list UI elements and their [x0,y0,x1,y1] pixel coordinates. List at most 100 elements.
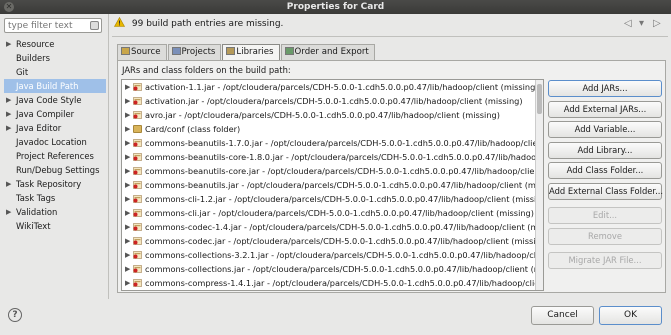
forward-arrow-icon[interactable]: ▷ [653,14,661,34]
tree-item[interactable]: WikiText [4,219,106,233]
library-entry[interactable]: ▶ commons-codec.jar - /opt/cloudera/parce… [122,234,543,248]
edit-button[interactable]: Edit... [548,207,662,224]
add-jars-button[interactable]: Add JARs... [548,80,662,97]
tree-item[interactable]: Task Tags [4,191,106,205]
expand-arrow-icon[interactable]: ▶ [125,94,130,108]
tree-item-label: Javadoc Location [16,137,87,147]
tab-order-and-export[interactable]: Order and Export [280,44,375,60]
expand-arrow-icon[interactable]: ▶ [6,107,11,121]
tab-source[interactable]: Source [117,44,167,60]
tree-item[interactable]: Git [4,65,106,79]
cancel-button[interactable]: Cancel [531,306,594,325]
tree-item-label: Java Code Style [16,95,82,105]
add-variable-button[interactable]: Add Variable... [548,121,662,138]
divider [112,36,668,37]
library-list[interactable]: ▶ activation-1.1.jar - /opt/cloudera/parc… [121,79,544,291]
expand-arrow-icon[interactable]: ▶ [6,205,11,219]
library-entry[interactable]: ▶ commons-collections.jar - /opt/cloudera… [122,262,543,276]
expand-arrow-icon[interactable]: ▶ [125,122,130,136]
dropdown-arrow-icon[interactable]: ▾ [639,14,644,34]
expand-arrow-icon[interactable]: ▶ [125,192,130,206]
warning-icon [114,17,125,27]
library-entry[interactable]: ▶ commons-cli.jar - /opt/cloudera/parcels… [122,206,543,220]
missing-jar-icon [133,265,142,273]
tree-item-label: Project References [16,151,94,161]
missing-jar-icon [133,97,142,105]
migrate-jar-file-button[interactable]: Migrate JAR File... [548,252,662,269]
library-entry[interactable]: ▶ avro.jar - /opt/cloudera/parcels/CDH-5.… [122,108,543,122]
tree-item[interactable]: Java Build Path [4,79,106,93]
expand-arrow-icon[interactable]: ▶ [125,164,130,178]
tree-item[interactable]: Builders [4,51,106,65]
library-entry[interactable]: ▶ commons-beanutils-core-1.8.0.jar - /opt… [122,150,543,164]
build-path-tabs: Source Projects Libraries Order and Export [117,44,376,61]
tree-item[interactable]: ▶ Java Code Style [4,93,106,107]
expand-arrow-icon[interactable]: ▶ [6,93,11,107]
tree-item[interactable]: ▶ Java Compiler [4,107,106,121]
library-actions: Add JARs... Add External JARs... Add Varia… [548,80,663,273]
remove-button[interactable]: Remove [548,227,662,245]
clear-filter-icon[interactable] [90,21,99,30]
expand-arrow-icon[interactable]: ▶ [125,136,130,150]
filter-input[interactable] [5,19,85,32]
tab-label: Order and Export [294,47,369,57]
tree-item[interactable]: Javadoc Location [4,135,106,149]
library-entry[interactable]: ▶ commons-beanutils.jar - /opt/cloudera/p… [122,178,543,192]
expand-arrow-icon[interactable]: ▶ [6,177,11,191]
missing-jar-icon [133,167,142,175]
tab-projects[interactable]: Projects [167,44,222,60]
libraries-label: JARs and class folders on the build path… [122,65,291,75]
ok-button[interactable]: OK [599,306,662,325]
library-entry[interactable]: ▶ activation.jar - /opt/cloudera/parcels/… [122,94,543,108]
expand-arrow-icon[interactable]: ▶ [125,276,130,290]
tree-item-label: Validation [16,207,58,217]
missing-jar-icon [133,237,142,245]
library-entry[interactable]: ▶ activation-1.1.jar - /opt/cloudera/parc… [122,80,543,94]
tree-item[interactable]: ▶ Java Editor [4,121,106,135]
expand-arrow-icon[interactable]: ▶ [125,178,130,192]
expand-arrow-icon[interactable]: ▶ [125,80,130,94]
help-icon[interactable]: ? [8,308,22,322]
library-entry-label: avro.jar - /opt/cloudera/parcels/CDH-5.0… [145,110,500,120]
tree-item-label: Resource [16,39,55,49]
tree-item[interactable]: Run/Debug Settings [4,163,106,177]
expand-arrow-icon[interactable]: ▶ [125,220,130,234]
back-arrow-icon[interactable]: ◁ [624,14,632,34]
library-entry[interactable]: ▶ commons-compress-1.4.1.jar - /opt/cloud… [122,276,543,290]
tree-item-label: Git [16,67,29,77]
tree-item[interactable]: ▶ Resource [4,37,106,51]
scrollbar-thumb[interactable] [537,84,542,114]
library-entry[interactable]: ▶ commons-cli-1.2.jar - /opt/cloudera/par… [122,192,543,206]
tree-item[interactable]: ▶ Validation [4,205,106,219]
filter-field[interactable] [4,18,102,33]
library-entry[interactable]: ▶ commons-beanutils-core.jar - /opt/cloud… [122,164,543,178]
tree-item[interactable]: ▶ Task Repository [4,177,106,191]
add-class-folder-button[interactable]: Add Class Folder... [548,162,662,179]
title-bar: ✕ Properties for Card [0,0,671,14]
library-entry[interactable]: ▶ Card/conf (class folder) [122,122,543,136]
library-entry-label: commons-collections-3.2.1.jar - /opt/clo… [145,250,544,260]
add-library-button[interactable]: Add Library... [548,141,662,159]
close-icon[interactable]: ✕ [4,2,14,12]
library-entry[interactable]: ▶ commons-collections-3.2.1.jar - /opt/cl… [122,248,543,262]
library-entry-label: commons-beanutils-1.7.0.jar - /opt/cloud… [145,138,544,148]
expand-arrow-icon[interactable]: ▶ [6,121,11,135]
library-entry[interactable]: ▶ commons-codec-1.4.jar - /opt/cloudera/p… [122,220,543,234]
expand-arrow-icon[interactable]: ▶ [125,150,130,164]
list-scrollbar[interactable] [535,80,543,290]
add-external-jars-button[interactable]: Add External JARs... [548,100,662,118]
expand-arrow-icon[interactable]: ▶ [125,234,130,248]
tree-item-label: Builders [16,53,50,63]
library-entry[interactable]: ▶ commons-beanutils-1.7.0.jar - /opt/clou… [122,136,543,150]
tree-item-label: Java Build Path [16,81,79,91]
tree-item[interactable]: Project References [4,149,106,163]
expand-arrow-icon[interactable]: ▶ [125,108,130,122]
expand-arrow-icon[interactable]: ▶ [125,206,130,220]
expand-arrow-icon[interactable]: ▶ [6,37,11,51]
tab-libraries[interactable]: Libraries [222,44,280,61]
missing-jar-icon [133,279,142,287]
expand-arrow-icon[interactable]: ▶ [125,248,130,262]
library-entry-label: Card/conf (class folder) [145,124,241,134]
expand-arrow-icon[interactable]: ▶ [125,262,130,276]
add-external-class-folder-button[interactable]: Add External Class Folder... [548,182,663,200]
